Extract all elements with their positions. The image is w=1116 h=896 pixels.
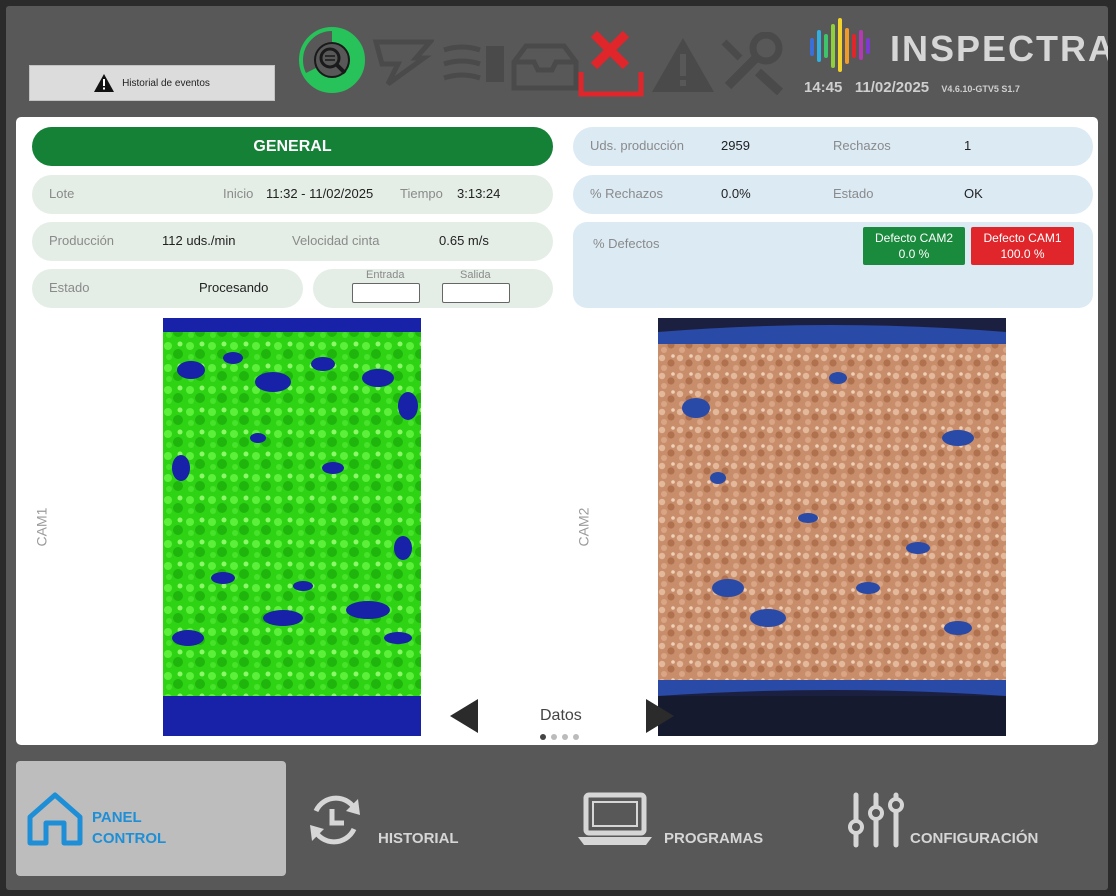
tiempo-value: 3:13:24 — [457, 186, 501, 201]
nav-historial[interactable]: HISTORIAL — [302, 761, 502, 876]
clock-date: 11/02/2025 — [854, 79, 930, 96]
lote-row: Lote Inicio 11:32 - 11/02/2025 Tiempo 3:… — [32, 175, 553, 214]
uds-value: 2959 — [721, 138, 750, 153]
inspection-mode-icon[interactable] — [298, 26, 366, 94]
main-panel: GENERAL Lote Inicio 11:32 - 11/02/2025 T… — [16, 117, 1098, 745]
salida-field[interactable] — [442, 283, 510, 303]
home-icon — [27, 792, 83, 846]
previous-arrow-icon[interactable] — [450, 699, 480, 733]
estado-row: Estado Procesando — [32, 269, 303, 308]
estado-label: Estado — [49, 280, 90, 295]
velocidad-label: Velocidad cinta — [292, 233, 380, 248]
general-header: GENERAL — [32, 127, 553, 166]
entrada-label: Entrada — [366, 269, 405, 281]
nav-programas-label: PROGRAMAS — [664, 830, 764, 847]
velocidad-value: 0.65 m/s — [439, 233, 489, 248]
nav-programas[interactable]: PROGRAMAS — [574, 761, 794, 876]
pct-rechazos-row: % Rechazos 0.0% Estado OK — [573, 175, 1093, 214]
inspectra-logo — [810, 18, 870, 72]
defect-cam2-value: 0.0 % — [898, 247, 930, 261]
uds-label: Uds. producción — [590, 138, 684, 153]
version-label: V4.6.10-GTV5 S1.7 — [941, 84, 1020, 94]
wrench-icon[interactable] — [718, 32, 788, 96]
sliders-icon — [848, 792, 904, 848]
pct-rechazos-value: 0.0% — [721, 186, 751, 201]
pager-dot[interactable] — [573, 734, 579, 740]
pager-dot[interactable] — [551, 734, 557, 740]
nav-historial-label: HISTORIAL — [378, 830, 459, 847]
cam2-image[interactable] — [658, 318, 1006, 736]
inicio-value: 11:32 - 11/02/2025 — [266, 186, 374, 201]
inicio-label: Inicio — [223, 186, 254, 201]
tiempo-label: Tiempo — [400, 186, 443, 201]
uds-row: Uds. producción 2959 Rechazos 1 — [573, 127, 1093, 166]
clock: 14:45 11/02/2025 V4.6.10-GTV5 S1.7 — [804, 79, 1020, 96]
reject-x-icon[interactable] — [578, 28, 644, 98]
salida-label: Salida — [460, 269, 491, 281]
tray-icon[interactable] — [510, 40, 580, 92]
pct-rechazos-label: % Rechazos — [590, 186, 663, 201]
estado-general-value: OK — [964, 186, 983, 201]
estado-general-label: Estado — [833, 186, 874, 201]
next-arrow-icon[interactable] — [644, 699, 674, 733]
nav-panel-control[interactable]: PANEL CONTROL — [16, 761, 286, 876]
defect-cam1-name: Defecto CAM1 — [983, 231, 1062, 245]
brand-name: INSPECTRA — [890, 28, 1108, 69]
clock-time: 14:45 — [804, 79, 843, 96]
air-icon[interactable] — [442, 42, 508, 86]
defect-cam1-badge[interactable]: Defecto CAM1 100.0 % — [971, 227, 1074, 265]
pager-dot[interactable] — [540, 734, 546, 740]
pager-dot[interactable] — [562, 734, 568, 740]
entrada-field[interactable] — [352, 283, 420, 303]
warning-icon — [94, 74, 115, 92]
cam2-label: CAM2 — [575, 507, 592, 547]
alarm-icon[interactable] — [650, 36, 716, 94]
tool-icon[interactable] — [372, 36, 434, 88]
history-icon — [310, 795, 360, 845]
event-history-label: Historial de eventos — [122, 77, 210, 89]
nav-configuracion-label: CONFIGURACIÓN — [910, 830, 1039, 847]
cam1-image[interactable] — [163, 318, 421, 736]
rechazos-label: Rechazos — [833, 138, 891, 153]
defect-cam2-badge[interactable]: Defecto CAM2 0.0 % — [863, 227, 965, 265]
pager-dots — [540, 734, 579, 740]
lote-label: Lote — [49, 186, 75, 201]
io-row — [313, 269, 553, 308]
produccion-row: Producción 112 uds./min Velocidad cinta … — [32, 222, 553, 261]
rechazos-value: 1 — [964, 138, 972, 153]
nav-panel-label-2: CONTROL — [92, 830, 167, 847]
produccion-value: 112 uds./min — [162, 233, 236, 248]
app-window: Historial de eventos INSPECTRA 14:45 11/… — [6, 6, 1108, 890]
estado-value: Procesando — [199, 280, 269, 295]
defect-cam1-value: 100.0 % — [1000, 247, 1045, 261]
produccion-label: Producción — [49, 233, 115, 248]
nav-panel-label-1: PANEL — [92, 809, 142, 826]
laptop-icon — [578, 792, 652, 845]
defectos-label: % Defectos — [593, 236, 660, 251]
nav-configuracion[interactable]: CONFIGURACIÓN — [848, 761, 1088, 876]
cam1-label: CAM1 — [33, 507, 50, 547]
pager-label: Datos — [540, 707, 582, 724]
event-history-button[interactable]: Historial de eventos — [29, 65, 275, 101]
defect-cam2-name: Defecto CAM2 — [874, 231, 954, 245]
